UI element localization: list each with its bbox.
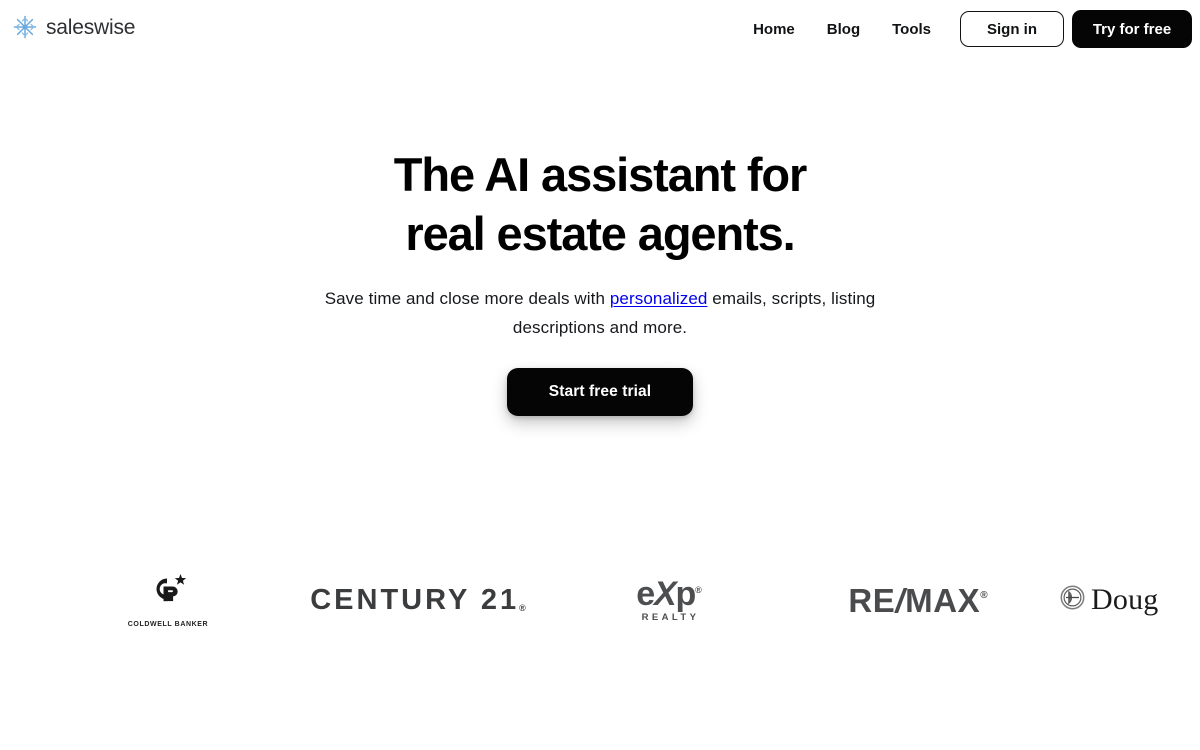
cta-container: Start free trial: [507, 368, 693, 416]
remax-part-max: MAX: [905, 581, 981, 619]
hero-subheading: Save time and close more deals with pers…: [300, 284, 900, 342]
logo-century-21: CENTURY 21®: [310, 565, 526, 635]
exp-trademark: ®: [695, 585, 702, 596]
century21-name: CENTURY 21: [310, 583, 520, 616]
remax-slash: /: [895, 581, 906, 619]
exp-letter-e: e: [636, 575, 655, 614]
exp-realty-lockup: eXp® REALTY: [636, 577, 701, 623]
century21-trademark: ®: [519, 602, 526, 613]
start-free-trial-button[interactable]: Start free trial: [507, 368, 693, 416]
logo-remax: RE/MAX®: [818, 565, 1018, 635]
personalized-link[interactable]: personalized: [610, 289, 708, 308]
logo-exp-realty: eXp® REALTY: [608, 565, 730, 635]
remax-trademark: ®: [980, 589, 988, 601]
logo-coldwell-banker: COLDWELL BANKER: [118, 565, 218, 635]
exp-letter-x: X: [654, 575, 677, 614]
remax-wordmark: RE/MAX®: [848, 584, 987, 617]
partner-logo-strip: COLDWELL BANKER CENTURY 21® eXp® REALTY …: [0, 565, 1200, 635]
subheading-text-before: Save time and close more deals with: [324, 289, 610, 308]
exp-realty-wordmark: eXp®: [636, 577, 701, 611]
logo-douglas-elliman: Doug: [1060, 565, 1200, 635]
exp-letter-p: p: [675, 575, 696, 614]
douglas-elliman-lockup: Doug: [1060, 585, 1158, 615]
hero-section: The AI assistant for real estate agents.…: [0, 0, 1200, 750]
coldwell-banker-wordmark: COLDWELL BANKER: [127, 621, 209, 628]
exp-realty-subtext: REALTY: [641, 612, 700, 624]
coldwell-banker-monogram-icon: [146, 572, 190, 617]
page-title: The AI assistant for real estate agents.: [150, 145, 1050, 263]
douglas-elliman-monogram-icon: [1060, 585, 1085, 615]
century21-wordmark: CENTURY 21®: [310, 583, 526, 616]
headline-line-2: real estate agents.: [405, 207, 795, 260]
headline-line-1: The AI assistant for: [393, 148, 808, 201]
douglas-elliman-wordmark: Doug: [1091, 583, 1159, 616]
remax-part-re: RE: [848, 581, 896, 619]
